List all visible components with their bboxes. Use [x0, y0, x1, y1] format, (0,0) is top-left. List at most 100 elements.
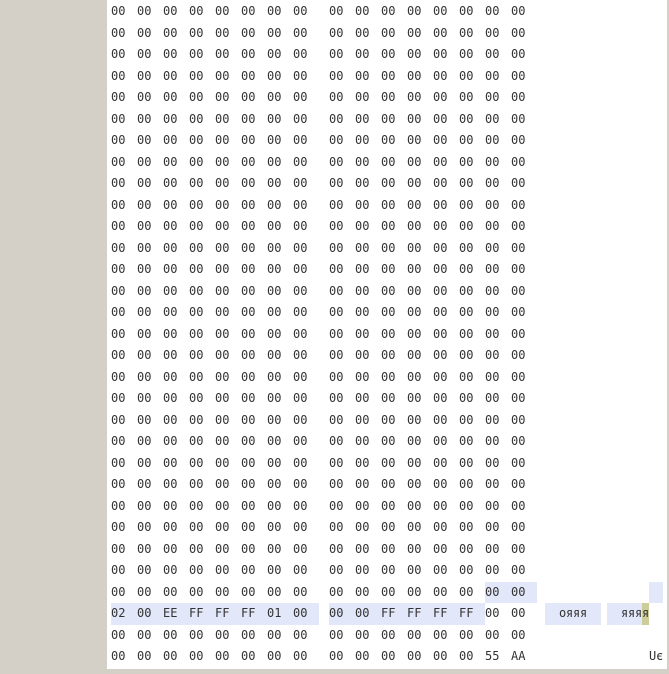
hex-byte[interactable]: 00: [485, 195, 511, 217]
hex-byte[interactable]: 00: [511, 281, 537, 303]
hex-byte[interactable]: FF: [241, 603, 267, 625]
ascii-char[interactable]: [573, 410, 580, 432]
hex-byte[interactable]: 00: [163, 453, 189, 475]
ascii-row[interactable]: [545, 388, 663, 410]
hex-byte[interactable]: 00: [459, 1, 485, 23]
hex-byte[interactable]: 00: [241, 474, 267, 496]
ascii-char[interactable]: [628, 453, 635, 475]
hex-byte[interactable]: 00: [293, 23, 319, 45]
hex-byte[interactable]: 00: [293, 1, 319, 23]
hex-byte[interactable]: 00: [215, 259, 241, 281]
ascii-char[interactable]: [635, 152, 642, 174]
ascii-char[interactable]: [559, 345, 566, 367]
hex-byte[interactable]: 00: [459, 259, 485, 281]
ascii-row[interactable]: [545, 453, 663, 475]
hex-byte[interactable]: 00: [329, 195, 355, 217]
ascii-row[interactable]: [545, 195, 663, 217]
hex-byte[interactable]: 00: [511, 259, 537, 281]
hex-byte[interactable]: 00: [485, 259, 511, 281]
ascii-char[interactable]: [559, 646, 566, 668]
hex-byte[interactable]: 00: [485, 302, 511, 324]
ascii-char[interactable]: [656, 216, 663, 238]
ascii-char[interactable]: [545, 625, 552, 647]
hex-byte[interactable]: 00: [137, 259, 163, 281]
ascii-char[interactable]: [642, 410, 649, 432]
ascii-char[interactable]: [614, 388, 621, 410]
hex-byte[interactable]: 00: [267, 453, 293, 475]
hex-byte[interactable]: 00: [267, 23, 293, 45]
ascii-char[interactable]: [566, 281, 573, 303]
ascii-char[interactable]: [614, 453, 621, 475]
ascii-char[interactable]: [552, 410, 559, 432]
ascii-char[interactable]: [566, 539, 573, 561]
hex-byte[interactable]: 00: [407, 474, 433, 496]
hex-byte[interactable]: 00: [163, 195, 189, 217]
hex-byte[interactable]: 00: [407, 431, 433, 453]
hex-byte[interactable]: 00: [407, 130, 433, 152]
hex-byte[interactable]: 00: [407, 496, 433, 518]
ascii-char[interactable]: [656, 367, 663, 389]
hex-byte[interactable]: 00: [111, 281, 137, 303]
ascii-char[interactable]: [566, 431, 573, 453]
ascii-char[interactable]: [559, 1, 566, 23]
hex-byte[interactable]: 00: [485, 281, 511, 303]
hex-row[interactable]: 00000000000000000000000000000000: [111, 302, 537, 324]
hex-byte[interactable]: 00: [267, 345, 293, 367]
hex-byte[interactable]: 00: [485, 109, 511, 131]
ascii-char[interactable]: [573, 388, 580, 410]
ascii-char[interactable]: [580, 23, 587, 45]
ascii-char[interactable]: [642, 152, 649, 174]
hex-byte[interactable]: 00: [511, 66, 537, 88]
hex-byte[interactable]: 00: [407, 453, 433, 475]
hex-byte[interactable]: 00: [241, 367, 267, 389]
ascii-char[interactable]: [635, 345, 642, 367]
hex-byte[interactable]: 00: [111, 345, 137, 367]
hex-byte[interactable]: 00: [111, 152, 137, 174]
hex-byte[interactable]: 00: [355, 431, 381, 453]
ascii-char[interactable]: [566, 646, 573, 668]
ascii-char[interactable]: [594, 367, 601, 389]
ascii-char[interactable]: я: [580, 603, 587, 625]
hex-byte[interactable]: 00: [459, 431, 485, 453]
ascii-char[interactable]: [587, 216, 594, 238]
hex-byte[interactable]: 00: [241, 388, 267, 410]
ascii-char[interactable]: [566, 259, 573, 281]
hex-byte[interactable]: 00: [485, 431, 511, 453]
ascii-row[interactable]: [545, 431, 663, 453]
ascii-char[interactable]: [656, 431, 663, 453]
hex-byte[interactable]: 00: [215, 474, 241, 496]
ascii-char[interactable]: [580, 130, 587, 152]
hex-byte[interactable]: 00: [355, 367, 381, 389]
ascii-char[interactable]: [580, 44, 587, 66]
hex-byte[interactable]: 00: [381, 388, 407, 410]
ascii-char[interactable]: [635, 281, 642, 303]
ascii-char[interactable]: [580, 173, 587, 195]
ascii-char[interactable]: [566, 302, 573, 324]
hex-byte[interactable]: 00: [189, 195, 215, 217]
ascii-char[interactable]: [573, 259, 580, 281]
ascii-char[interactable]: [656, 259, 663, 281]
ascii-char[interactable]: [552, 173, 559, 195]
hex-byte[interactable]: 00: [241, 302, 267, 324]
hex-byte[interactable]: 00: [137, 109, 163, 131]
ascii-char[interactable]: [642, 66, 649, 88]
ascii-char[interactable]: [587, 582, 594, 604]
hex-byte[interactable]: 00: [459, 474, 485, 496]
hex-byte[interactable]: 00: [293, 130, 319, 152]
ascii-char[interactable]: [552, 44, 559, 66]
ascii-char[interactable]: [621, 1, 628, 23]
ascii-char[interactable]: [614, 517, 621, 539]
hex-byte[interactable]: 00: [111, 367, 137, 389]
ascii-char[interactable]: [628, 173, 635, 195]
hex-row[interactable]: 00000000000000000000000000000000: [111, 539, 537, 561]
ascii-char[interactable]: [594, 324, 601, 346]
hex-row[interactable]: 00000000000000000000000000000000: [111, 345, 537, 367]
ascii-char[interactable]: [635, 216, 642, 238]
hex-byte[interactable]: 00: [163, 44, 189, 66]
hex-row[interactable]: 00000000000000000000000000000000: [111, 410, 537, 432]
ascii-char[interactable]: [635, 109, 642, 131]
hex-byte[interactable]: AA: [511, 646, 537, 668]
hex-byte[interactable]: 00: [215, 216, 241, 238]
ascii-char[interactable]: [628, 259, 635, 281]
ascii-char[interactable]: [580, 238, 587, 260]
